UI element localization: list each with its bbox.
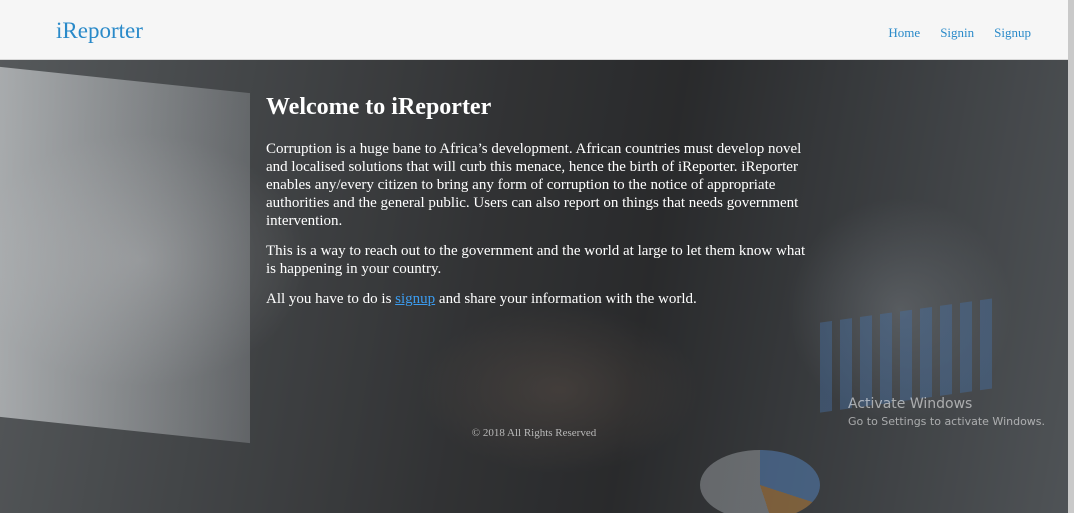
- nav-link-home[interactable]: Home: [888, 25, 920, 41]
- hero-content: Welcome to iReporter Corruption is a hug…: [266, 92, 806, 320]
- hero-title: Welcome to iReporter: [266, 94, 492, 120]
- hero-paragraph-cta: All you have to do is signup and share y…: [266, 290, 806, 308]
- navbar: iReporter Home Signin Signup: [0, 0, 1068, 60]
- hero-paragraph-reach: This is a way to reach out to the govern…: [266, 243, 806, 277]
- nav-links: Home Signin Signup: [888, 25, 1031, 41]
- scrollbar-thumb[interactable]: [1068, 0, 1074, 513]
- windows-activation-watermark: Activate Windows Go to Settings to activ…: [848, 396, 1045, 428]
- footer-copyright: © 2018 All Rights Reserved: [471, 427, 597, 439]
- watermark-title: Activate Windows: [848, 396, 973, 412]
- nav-link-signup[interactable]: Signup: [994, 25, 1031, 41]
- background-photo-paper: [0, 66, 250, 444]
- signup-link[interactable]: signup: [395, 291, 435, 307]
- background-photo-pie: [700, 450, 820, 513]
- cta-text-before: All you have to do is: [266, 291, 396, 307]
- watermark-subtitle: Go to Settings to activate Windows.: [848, 415, 1046, 428]
- brand-logo-link[interactable]: iReporter: [56, 18, 143, 44]
- hero-paragraph-intro: Corruption is a huge bane to Africa’s de…: [266, 141, 802, 229]
- nav-link-signin[interactable]: Signin: [940, 25, 974, 41]
- cta-text-after: and share your information with the worl…: [435, 291, 697, 307]
- vertical-scrollbar[interactable]: [1068, 0, 1074, 513]
